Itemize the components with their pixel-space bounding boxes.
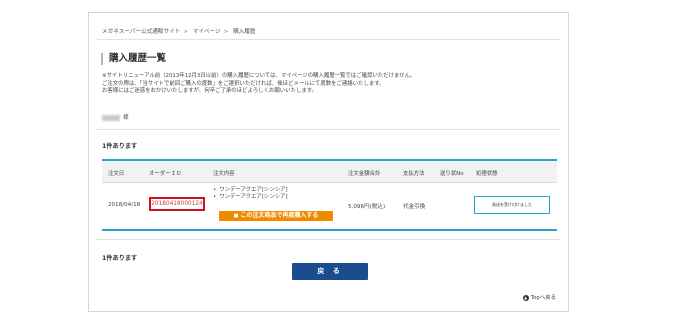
header-order-contents: 注文内容 xyxy=(213,171,235,177)
rebuy-label: この注文商品で再度購入する xyxy=(240,212,319,219)
divider xyxy=(96,239,561,240)
back-button[interactable]: 戻 る xyxy=(292,263,368,280)
header-status: 処理状態 xyxy=(476,171,498,177)
product-item: ワンデーアクエア[シンシア] xyxy=(213,194,287,201)
cart-icon: ■ xyxy=(233,213,239,219)
order-total: 5,096円(税込) xyxy=(348,204,386,210)
order-date: 2018/04/18 xyxy=(108,202,141,208)
header-order-total: 注文金額合計 xyxy=(348,171,381,177)
notice-text: ※サイトリニューアル前（2013年12月3日以前）の購入履歴については、マイペー… xyxy=(102,73,415,96)
table-row: 2018/04/18 20180418000124 ワンデーアクエア[シンシア]… xyxy=(102,183,557,229)
breadcrumb-current: 購入履歴 xyxy=(233,29,256,35)
order-id-link[interactable]: 20180418000124 xyxy=(149,197,205,211)
arrow-up-icon: ▲ xyxy=(522,294,529,301)
breadcrumb-home[interactable]: メガネスーパー公式通販サイト xyxy=(102,29,180,35)
status-button[interactable]: 発送を受け付けました xyxy=(474,196,550,214)
content-frame: メガネスーパー公式通販サイト > マイページ > 購入履歴 購入履歴一覧 ※サイトリ… xyxy=(88,12,569,312)
back-to-top-link[interactable]: ▲ Topへ戻る xyxy=(522,293,556,301)
user-name: 様 xyxy=(102,113,129,121)
product-list: ワンデーアクエア[シンシア] ワンデーアクエア[シンシア] xyxy=(213,187,287,201)
table-header: 注文日 オーダーＩＤ 注文内容 注文金額合計 支払方法 送り状No 処理状態 xyxy=(102,161,557,183)
honorific: 様 xyxy=(123,115,129,121)
product-item: ワンデーアクエア[シンシア] xyxy=(213,187,287,194)
header-tracking-no: 送り状No xyxy=(440,171,464,177)
page-title: 購入履歴一覧 xyxy=(101,53,166,65)
divider xyxy=(96,129,561,130)
redacted-name xyxy=(102,114,120,121)
result-count-top: 1件あります xyxy=(102,143,138,150)
back-to-top-label: Topへ戻る xyxy=(530,295,556,301)
notice-line: お客様にはご迷惑をおかけいたしますが、何卒ご了承のほどよろしくお願いいたします。 xyxy=(102,88,317,95)
order-history-table: 注文日 オーダーＩＤ 注文内容 注文金額合計 支払方法 送り状No 処理状態 2… xyxy=(102,159,557,231)
notice-line: ※サイトリニューアル前（2013年12月3日以前）の購入履歴については、マイペー… xyxy=(102,73,416,79)
header-order-date: 注文日 xyxy=(108,171,125,177)
header-order-id: オーダーＩＤ xyxy=(149,171,182,177)
result-count-bottom: 1件あります xyxy=(102,255,138,262)
breadcrumb: メガネスーパー公式通販サイト > マイページ > 購入履歴 xyxy=(102,27,258,35)
payment-method: 代金引換 xyxy=(403,204,426,210)
rebuy-button[interactable]: ■ この注文商品で再度購入する xyxy=(219,211,333,221)
divider xyxy=(96,39,561,40)
header-payment-method: 支払方法 xyxy=(403,171,425,177)
breadcrumb-separator: > xyxy=(223,29,229,35)
breadcrumb-mypage[interactable]: マイページ xyxy=(193,29,221,35)
breadcrumb-separator: > xyxy=(183,29,188,35)
